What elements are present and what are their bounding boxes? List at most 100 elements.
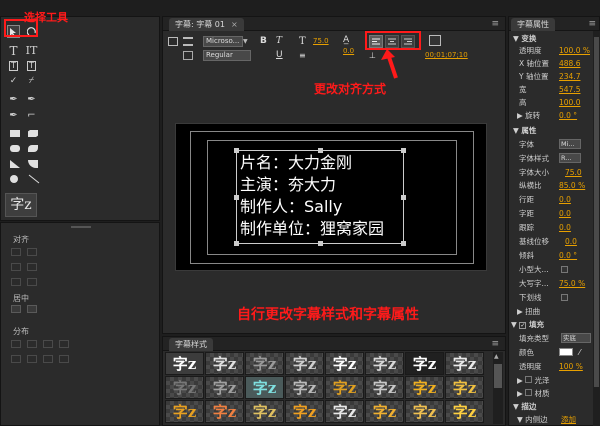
font-size-prop-value[interactable]: 75.0 bbox=[565, 167, 582, 178]
style-thumb-5[interactable]: 字z bbox=[325, 352, 364, 375]
align-left-button[interactable] bbox=[11, 248, 21, 256]
wedge-tool-button[interactable] bbox=[10, 160, 20, 168]
scroll-up-icon[interactable]: ▲ bbox=[494, 353, 499, 360]
area-type-tool-button[interactable]: T bbox=[7, 59, 20, 72]
rectangle-tool-button[interactable] bbox=[10, 130, 20, 137]
template-icon[interactable] bbox=[183, 51, 193, 60]
new-title-icon[interactable] bbox=[168, 37, 178, 46]
baseline-value[interactable]: 0.0 bbox=[565, 236, 577, 247]
add-inner-stroke-link[interactable]: 添加 bbox=[561, 414, 576, 425]
align-right-button[interactable] bbox=[11, 278, 21, 286]
font-family-select[interactable]: Microso... bbox=[203, 36, 243, 47]
width-value[interactable]: 547.5 bbox=[559, 84, 580, 95]
line-tool-button[interactable] bbox=[28, 174, 40, 184]
align-bottom-button[interactable] bbox=[27, 263, 37, 271]
distribute-button-2[interactable] bbox=[27, 340, 37, 348]
fill-type-select[interactable]: 实底 bbox=[561, 333, 591, 343]
style-thumb-6[interactable]: 字z bbox=[365, 352, 404, 375]
distribute-button-6[interactable] bbox=[27, 355, 37, 363]
distribute-button-1[interactable] bbox=[11, 340, 21, 348]
properties-menu-icon[interactable]: ≡ bbox=[588, 19, 596, 29]
handle-bl[interactable] bbox=[234, 241, 239, 246]
slant-value[interactable]: 0.0 ° bbox=[559, 250, 577, 261]
kerning-value[interactable]: 0.0 bbox=[343, 47, 354, 55]
handle-br[interactable] bbox=[401, 241, 406, 246]
style-thumb-11[interactable]: 字z bbox=[245, 376, 284, 399]
vertical-path-type-tool-button[interactable]: ⌿ bbox=[25, 74, 38, 87]
y-position-value[interactable]: 234.7 bbox=[559, 71, 580, 82]
underline-checkbox[interactable] bbox=[561, 294, 568, 301]
font-select[interactable]: Mi... bbox=[559, 139, 581, 149]
align-vcenter-button[interactable] bbox=[27, 248, 37, 256]
convert-anchor-tool-button[interactable]: ⌐ bbox=[25, 109, 38, 122]
distribute-button-4[interactable] bbox=[59, 340, 69, 348]
align-top-button[interactable] bbox=[11, 263, 21, 271]
rounded-rectangle-tool-button[interactable] bbox=[10, 145, 20, 152]
styles-scrollbar[interactable]: ▲ bbox=[493, 352, 503, 424]
tab-title-01[interactable]: 字幕: 字幕 01 × bbox=[169, 18, 244, 31]
distribute-button-5[interactable] bbox=[11, 355, 21, 363]
font-style-prop-select[interactable]: R... bbox=[559, 153, 581, 163]
style-thumb-15[interactable]: 字z bbox=[405, 376, 444, 399]
style-thumb-9[interactable]: 字z bbox=[165, 376, 204, 399]
attributes-section[interactable]: ▼ 属性 bbox=[509, 125, 599, 136]
vertical-type-tool-button[interactable]: IT bbox=[25, 44, 38, 57]
inner-stroke-row[interactable]: ▼ 内侧边 添加 bbox=[509, 414, 599, 425]
vertical-area-type-tool-button[interactable]: T bbox=[25, 59, 38, 72]
distribute-button-8[interactable] bbox=[59, 355, 69, 363]
distribute-button-7[interactable] bbox=[43, 355, 53, 363]
path-type-tool-button[interactable]: ✓ bbox=[7, 74, 20, 87]
sheen-checkbox[interactable] bbox=[525, 376, 533, 383]
scroll-thumb[interactable] bbox=[494, 364, 502, 388]
style-thumb-7[interactable]: 字z bbox=[405, 352, 444, 375]
add-anchor-tool-button[interactable]: ✒ bbox=[25, 93, 38, 106]
kerning-prop-value[interactable]: 0.0 bbox=[559, 208, 571, 219]
center-horizontal-button[interactable] bbox=[27, 305, 37, 313]
style-thumb-17[interactable]: 字z bbox=[165, 400, 204, 423]
tab-title-styles[interactable]: 字幕样式 bbox=[169, 338, 213, 351]
leading-value[interactable]: 0.0 bbox=[559, 194, 571, 205]
aspect-value[interactable]: 85.0 % bbox=[559, 180, 585, 191]
fill-color-swatch[interactable] bbox=[559, 348, 573, 356]
distort-row[interactable]: ▶ 扭曲 bbox=[509, 306, 599, 317]
style-thumb-21[interactable]: 字z bbox=[325, 400, 364, 423]
style-thumb-2[interactable]: 字z bbox=[205, 352, 244, 375]
properties-scroll-thumb[interactable] bbox=[594, 37, 599, 387]
panel-drag-handle[interactable] bbox=[71, 226, 91, 228]
delete-anchor-tool-button[interactable]: ✒ bbox=[7, 109, 20, 122]
style-thumb-19[interactable]: 字z bbox=[245, 400, 284, 423]
rounded-corner-rectangle-tool-button[interactable] bbox=[28, 145, 38, 152]
align-hcenter-button[interactable] bbox=[27, 278, 37, 286]
properties-scrollbar[interactable] bbox=[593, 31, 600, 426]
underline-button[interactable]: U bbox=[276, 50, 283, 60]
text-bounding-box[interactable]: 片名：大力金刚 主演：夯大力 制作人：Sally 制作单位：狸窝家园 bbox=[234, 148, 406, 246]
handle-ml[interactable] bbox=[234, 195, 239, 200]
tab-title-properties[interactable]: 字幕属性 bbox=[511, 18, 555, 31]
arc-tool-button[interactable] bbox=[28, 160, 38, 168]
style-thumb-22[interactable]: 字z bbox=[365, 400, 404, 423]
eyedropper-icon[interactable]: ⁄ bbox=[579, 347, 580, 358]
rotation-row[interactable]: ▶ 旋转 0.0 ° bbox=[509, 110, 599, 121]
tracking-value[interactable]: 0.0 bbox=[559, 222, 571, 233]
stroke-section[interactable]: ▼ 描边 bbox=[509, 401, 599, 412]
style-thumb-8[interactable]: 字z bbox=[445, 352, 484, 375]
smallcaps-checkbox[interactable] bbox=[561, 266, 568, 273]
x-position-value[interactable]: 488.6 bbox=[559, 58, 580, 69]
style-thumb-4[interactable]: 字z bbox=[285, 352, 324, 375]
height-value[interactable]: 100.0 bbox=[559, 97, 580, 108]
sheen-row[interactable]: ▶ 光泽 bbox=[509, 375, 599, 386]
style-thumb-12[interactable]: 字z bbox=[285, 376, 324, 399]
roll-crawl-icon[interactable] bbox=[183, 37, 193, 46]
center-vertical-button[interactable] bbox=[11, 305, 21, 313]
style-thumb-23[interactable]: 字z bbox=[405, 400, 444, 423]
rotation-value[interactable]: 0.0 ° bbox=[559, 110, 577, 121]
bold-button[interactable]: B bbox=[260, 36, 267, 46]
type-tool-button[interactable]: T bbox=[7, 44, 20, 58]
distribute-button-3[interactable] bbox=[43, 340, 53, 348]
clipped-rectangle-tool-button[interactable] bbox=[28, 130, 38, 137]
styles-panel-menu-icon[interactable]: ≡ bbox=[491, 339, 499, 349]
fill-section[interactable]: ▼ ✓ 填充 bbox=[509, 319, 599, 330]
transform-section[interactable]: ▼ 变换 bbox=[509, 33, 599, 44]
italic-button[interactable]: T bbox=[276, 36, 282, 46]
handle-mr[interactable] bbox=[401, 195, 406, 200]
